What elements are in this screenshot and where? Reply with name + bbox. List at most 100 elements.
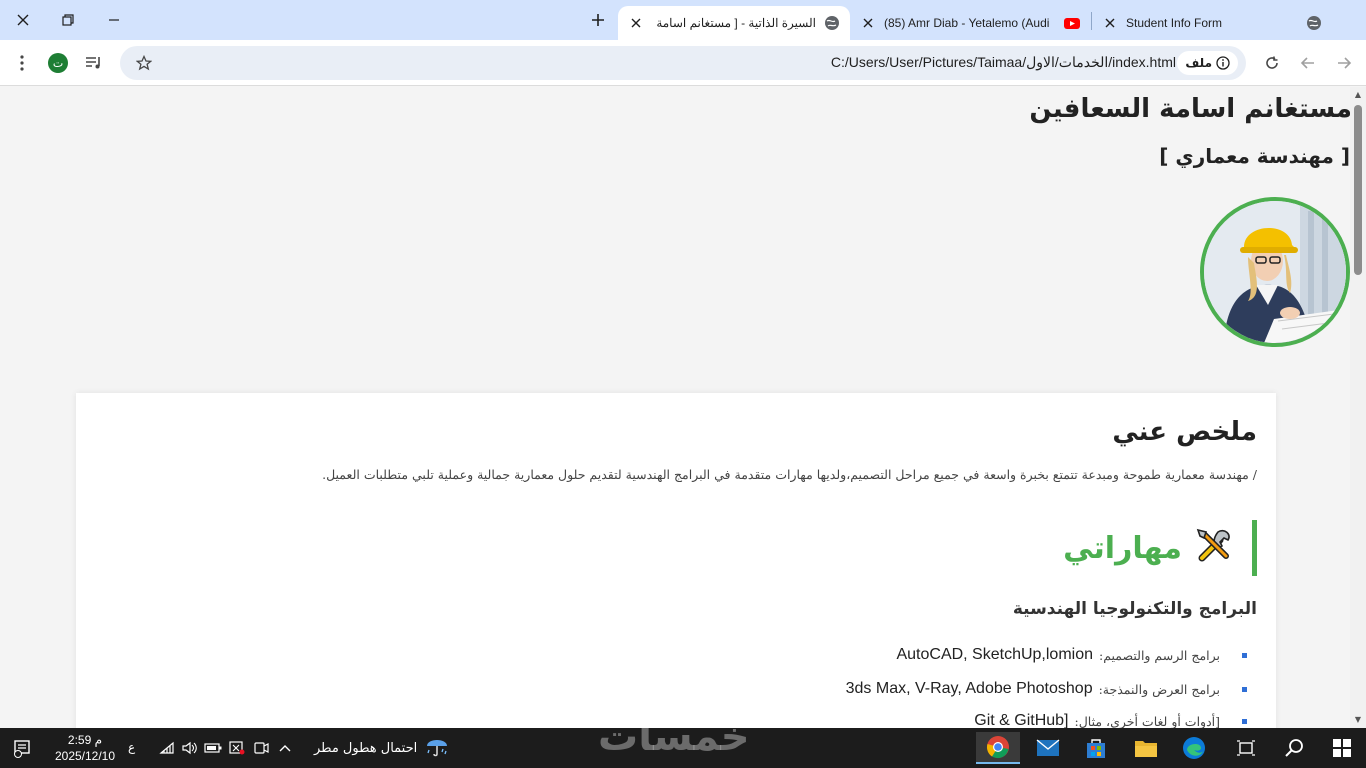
tab-strip: السيرة الذاتية - [ مستغانم اسامة ال (85)…	[0, 0, 1366, 40]
notifications-button[interactable]	[0, 732, 44, 764]
store-icon	[1087, 739, 1105, 758]
restore-window-button[interactable]	[53, 6, 83, 34]
watermark: خمسات	[598, 714, 750, 760]
folder-icon	[1135, 741, 1157, 757]
bullet	[1242, 686, 1247, 692]
task-view-button[interactable]	[1224, 732, 1268, 764]
start-button[interactable]	[1320, 732, 1364, 764]
tab-close-button[interactable]	[860, 15, 876, 31]
content-card: ملخص عني / مهندسة معمارية طموحة ومبدعة ت…	[76, 393, 1276, 728]
taskbar: 2:59 م 2025/12/10 ع احتمال هطول مطر خمسا…	[0, 714, 1366, 768]
minimize-icon	[109, 19, 119, 21]
media-controls-button[interactable]	[82, 51, 106, 75]
weather-widget[interactable]: احتمال هطول مطر	[314, 734, 449, 762]
weather-text: احتمال هطول مطر	[314, 740, 418, 756]
edge-icon	[1183, 737, 1205, 759]
reload-button[interactable]	[1260, 51, 1284, 75]
list-item: برامج العرض والنمذجة: 3ds Max, V-Ray, Ad…	[846, 678, 1247, 700]
chrome-taskbar-button[interactable]	[976, 732, 1020, 764]
bookmark-star-button[interactable]	[132, 51, 156, 75]
scroll-thumb[interactable]	[1354, 105, 1362, 275]
skills-title: مهاراتي	[1063, 530, 1182, 566]
plus-icon	[592, 14, 604, 26]
skills-heading: مهاراتي	[1063, 520, 1257, 576]
edge-taskbar-button[interactable]	[1172, 732, 1216, 764]
restore-icon	[62, 14, 74, 26]
star-icon	[136, 55, 152, 71]
menu-button[interactable]	[10, 51, 34, 75]
bullet	[1242, 652, 1247, 658]
more-vert-icon	[20, 55, 24, 71]
skill-label: برامج العرض والنمذجة:	[1098, 681, 1220, 697]
engineer-photo	[1204, 201, 1346, 343]
meet-now-icon[interactable]	[228, 740, 246, 756]
skill-label: [أدوات أو لغات أخرى، مثال:	[1074, 713, 1221, 729]
close-icon	[863, 18, 873, 28]
scroll-down-icon[interactable]: ▼	[1354, 716, 1362, 724]
arrow-back-icon	[1300, 57, 1314, 69]
page-scrollbar[interactable]: ▲ ▼	[1350, 87, 1366, 728]
tab-student-form[interactable]: Student Info Form	[1094, 6, 1330, 40]
explorer-taskbar-button[interactable]	[1124, 732, 1168, 764]
skills-subtitle: البرامج والتكنولوجيا الهندسية	[1012, 599, 1257, 619]
tab-separator	[1091, 12, 1092, 30]
url-text[interactable]: C:/Users/User/Pictures/Taimaa/الخدمات/ال…	[831, 54, 1176, 71]
camera-icon[interactable]	[252, 740, 270, 756]
forward-button[interactable]	[1332, 51, 1356, 75]
site-info-chip[interactable]: ملف	[1177, 51, 1238, 75]
about-title: ملخص عني	[1112, 417, 1257, 447]
back-button[interactable]	[1296, 51, 1320, 75]
tab-close-button[interactable]	[628, 15, 644, 31]
mail-icon	[1036, 739, 1060, 756]
tab-close-button[interactable]	[1102, 15, 1118, 31]
umbrella-icon	[425, 734, 449, 762]
task-view-icon	[1237, 740, 1255, 756]
scroll-up-icon[interactable]: ▲	[1354, 91, 1362, 99]
volume-icon[interactable]	[181, 740, 199, 756]
chrome-icon	[986, 736, 1009, 759]
minimize-window-button[interactable]	[99, 6, 129, 34]
globe-icon	[824, 15, 840, 31]
about-text: / مهندسة معمارية طموحة ومبدعة تتمتع بخبر…	[322, 467, 1257, 482]
battery-icon[interactable]	[204, 740, 222, 756]
close-icon	[631, 18, 641, 28]
media-queue-icon	[86, 57, 100, 69]
page-viewport: مستغانم اسامة السعافين [ مهندسة معماري ]	[0, 87, 1350, 728]
mail-taskbar-button[interactable]	[1026, 732, 1070, 764]
clock-time: 2:59 م	[67, 733, 103, 747]
new-tab-button[interactable]	[586, 8, 610, 32]
windows-icon	[1333, 739, 1351, 757]
close-icon	[1105, 18, 1115, 28]
list-item: [أدوات أو لغات أخرى، مثال: Git & GitHub]	[974, 710, 1247, 728]
wifi-icon[interactable]	[158, 740, 176, 756]
skill-value: Git & GitHub]	[974, 712, 1069, 728]
search-taskbar-button[interactable]	[1272, 732, 1316, 764]
list-item: برامج الرسم والتصميم: AutoCAD, SketchUp,…	[896, 644, 1247, 666]
store-taskbar-button[interactable]	[1074, 732, 1118, 764]
youtube-icon	[1064, 15, 1080, 31]
reload-icon	[1266, 56, 1278, 69]
tab-youtube[interactable]: (85) Amr Diab - Yetalemo (Audi	[852, 6, 1088, 40]
bullet	[1242, 718, 1247, 724]
address-bar[interactable]: C:/Users/User/Pictures/Taimaa/الخدمات/ال…	[120, 46, 1246, 80]
clock[interactable]: 2:59 م 2025/12/10	[52, 732, 118, 764]
chevron-up-icon[interactable]	[276, 740, 294, 756]
tab-title: (85) Amr Diab - Yetalemo (Audi	[884, 16, 1050, 30]
skill-label: برامج الرسم والتصميم:	[1099, 647, 1220, 663]
skill-value: AutoCAD, SketchUp,lomion	[896, 646, 1093, 663]
info-icon	[1216, 56, 1230, 70]
job-title: [ مهندسة معماري ]	[1159, 144, 1350, 168]
profile-avatar[interactable]: ت	[48, 53, 68, 73]
skill-value: 3ds Max, V-Ray, Adobe Photoshop	[845, 680, 1093, 697]
person-name: مستغانم اسامة السعافين	[1029, 94, 1350, 124]
input-language[interactable]: ع	[128, 740, 135, 754]
notification-icon	[14, 740, 30, 758]
browser-toolbar: ت C:/Users/User/Pictures/Taimaa/الخدمات/…	[0, 40, 1366, 86]
close-window-button[interactable]	[8, 6, 38, 34]
tab-cv[interactable]: السيرة الذاتية - [ مستغانم اسامة ال	[618, 6, 850, 40]
tab-title: السيرة الذاتية - [ مستغانم اسامة ال	[652, 16, 816, 30]
tab-title: Student Info Form	[1126, 16, 1223, 30]
globe-icon	[1306, 15, 1322, 31]
search-icon	[1285, 739, 1303, 757]
clock-date: 2025/12/10	[54, 749, 116, 763]
